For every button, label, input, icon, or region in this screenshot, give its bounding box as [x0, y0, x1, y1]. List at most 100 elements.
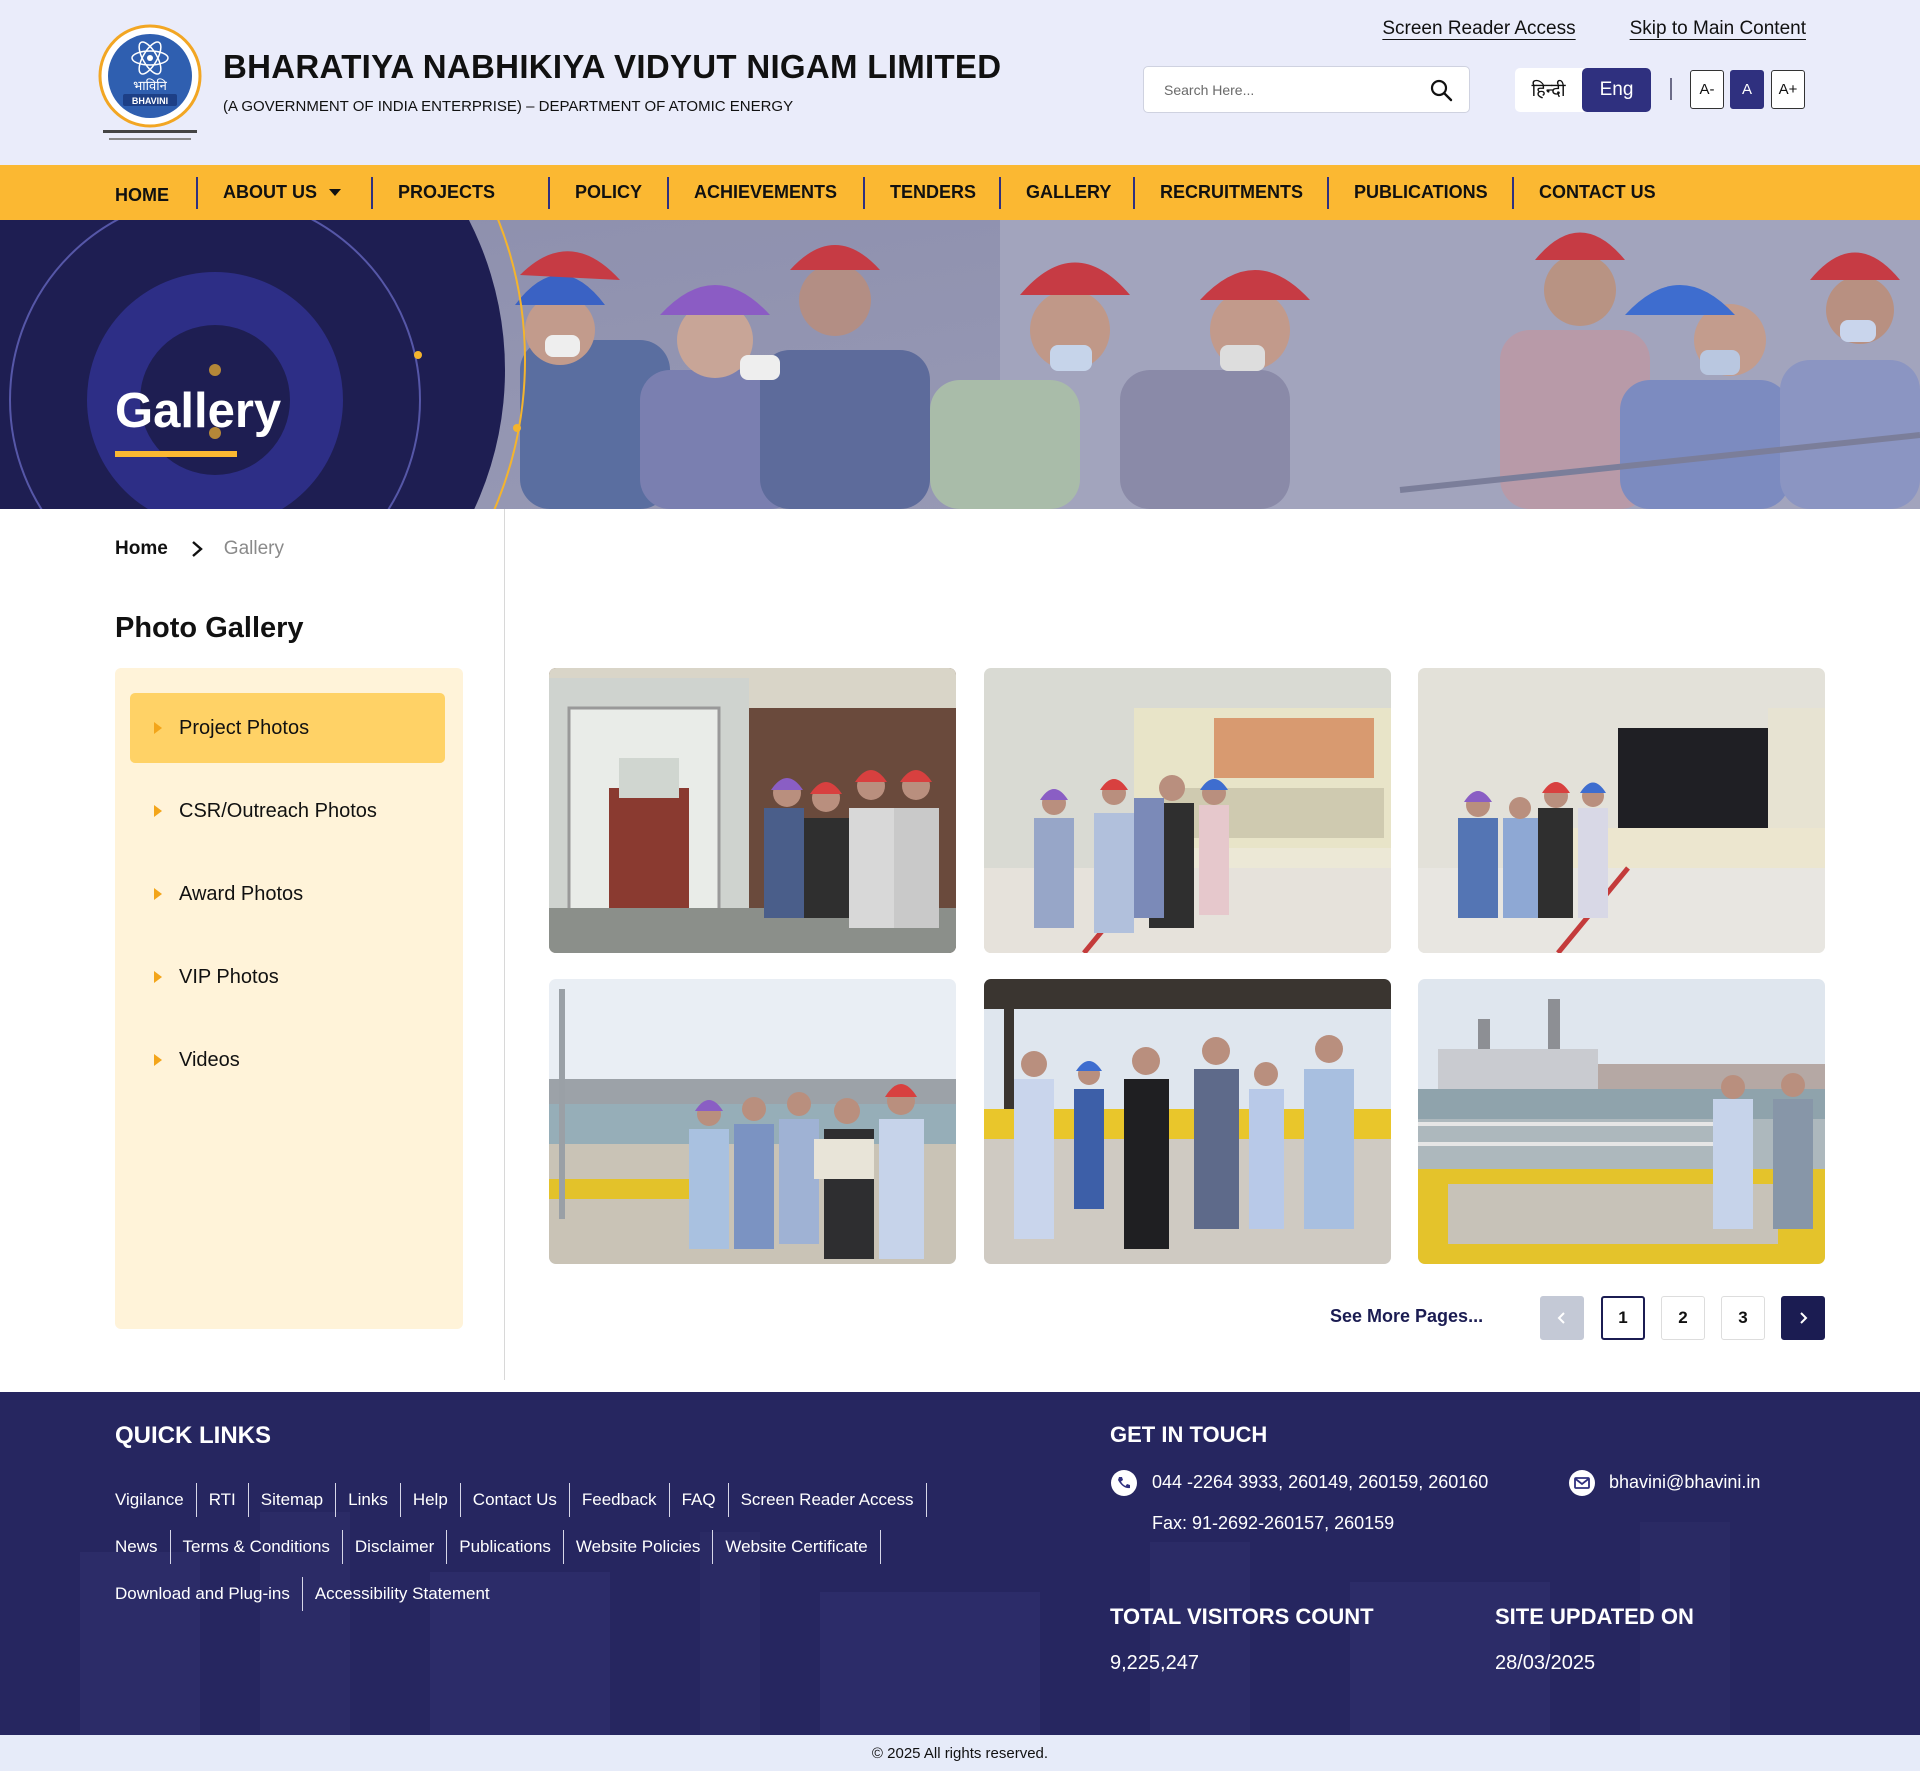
nav-achievements[interactable]: ACHIEVEMENTS: [694, 165, 837, 220]
footer-link-help[interactable]: Help: [401, 1483, 461, 1517]
main-nav: HOME ABOUT US PROJECTS POLICY ACHIEVEMEN…: [0, 165, 1920, 220]
footer-link-terms[interactable]: Terms & Conditions: [171, 1530, 343, 1564]
font-increase-button[interactable]: A+: [1771, 70, 1805, 109]
nav-publications[interactable]: PUBLICATIONS: [1354, 165, 1488, 220]
font-normal-button[interactable]: A: [1730, 70, 1764, 109]
lang-hindi-button[interactable]: हिन्दी: [1515, 68, 1582, 112]
sidebar-divider: [504, 509, 505, 1380]
skip-to-main-link[interactable]: Skip to Main Content: [1630, 18, 1806, 40]
nav-about[interactable]: ABOUT US: [223, 165, 341, 220]
nav-separator: [863, 177, 865, 209]
nav-policy[interactable]: POLICY: [575, 165, 642, 220]
sidebar-item-award-photos[interactable]: Award Photos: [130, 859, 445, 929]
footer-link-website-policies[interactable]: Website Policies: [564, 1530, 714, 1564]
nav-gallery[interactable]: GALLERY: [1026, 165, 1111, 220]
pagination-next-button[interactable]: [1781, 1296, 1825, 1340]
chevron-right-icon: [192, 541, 203, 557]
get-in-touch-title: GET IN TOUCH: [1110, 1422, 1268, 1447]
sidebar-item-label: Videos: [179, 1048, 240, 1071]
gallery-image: [984, 979, 1391, 1264]
footer-link-rti[interactable]: RTI: [197, 1483, 249, 1517]
lang-english-button[interactable]: Eng: [1582, 68, 1651, 112]
search-box: [1143, 66, 1470, 113]
nav-projects[interactable]: PROJECTS: [398, 165, 495, 220]
nav-separator: [371, 177, 373, 209]
nav-about-label: ABOUT US: [223, 182, 317, 202]
nav-separator: [1512, 177, 1514, 209]
visitors-count: 9,225,247: [1110, 1652, 1199, 1674]
footer-link-sitemap[interactable]: Sitemap: [249, 1483, 337, 1517]
top-header: भाविनि BHAVINI BHARATIYA NABHIKIYA VIDYU…: [0, 0, 1920, 165]
caret-right-icon: [154, 888, 162, 900]
gallery-photo[interactable]: [549, 979, 956, 1264]
sidebar-item-csr-photos[interactable]: CSR/Outreach Photos: [130, 776, 445, 846]
caret-right-icon: [154, 722, 162, 734]
breadcrumb-home[interactable]: Home: [115, 538, 168, 560]
footer-link-news[interactable]: News: [115, 1530, 171, 1564]
nav-separator: [196, 177, 198, 209]
copyright-text: © 2025 All rights reserved.: [871, 1744, 1049, 1762]
phone-icon: [1111, 1470, 1137, 1496]
nav-recruitments[interactable]: RECRUITMENTS: [1160, 165, 1303, 220]
page-banner: [0, 220, 1920, 509]
sidebar-item-videos[interactable]: Videos: [130, 1025, 445, 1095]
sidebar-item-label: Award Photos: [179, 882, 304, 905]
pagination-page-1[interactable]: 1: [1601, 1296, 1645, 1340]
pagination-prev-button[interactable]: [1540, 1296, 1584, 1340]
font-decrease-button[interactable]: A-: [1690, 70, 1724, 109]
chevron-down-icon: [329, 189, 341, 196]
nav-separator: [1327, 177, 1329, 209]
svg-text:BHAVINI: BHAVINI: [132, 96, 168, 106]
footer-link-vigilance[interactable]: Vigilance: [115, 1483, 197, 1517]
sidebar-item-label: CSR/Outreach Photos: [179, 799, 377, 822]
footer-link-downloads[interactable]: Download and Plug-ins: [115, 1577, 303, 1611]
footer-link-disclaimer[interactable]: Disclaimer: [343, 1530, 448, 1564]
pagination-page-2[interactable]: 2: [1661, 1296, 1705, 1340]
pagination-page-3[interactable]: 3: [1721, 1296, 1765, 1340]
gallery-photo[interactable]: [549, 668, 956, 953]
footer-link-screen-reader[interactable]: Screen Reader Access: [729, 1483, 927, 1517]
bhavini-logo[interactable]: भाविनि BHAVINI: [95, 18, 205, 148]
site-footer: QUICK LINKS Vigilance RTI Sitemap Links …: [0, 1392, 1920, 1735]
language-toggle: हिन्दी Eng: [1515, 68, 1651, 112]
footer-link-contact-us[interactable]: Contact Us: [461, 1483, 570, 1517]
quick-links-title: QUICK LINKS: [115, 1422, 271, 1449]
gallery-photo[interactable]: [984, 979, 1391, 1264]
footer-link-feedback[interactable]: Feedback: [570, 1483, 670, 1517]
nav-contact[interactable]: CONTACT US: [1539, 165, 1656, 220]
gallery-image: [1418, 668, 1825, 953]
gallery-image: [549, 979, 956, 1264]
org-subtitle: (A GOVERNMENT OF INDIA ENTERPRISE) – DEP…: [223, 98, 794, 115]
page-title: Gallery: [115, 384, 282, 438]
footer-link-faq[interactable]: FAQ: [670, 1483, 729, 1517]
see-more-pages-link[interactable]: See More Pages...: [1330, 1306, 1483, 1327]
sidebar-menu: Project Photos CSR/Outreach Photos Award…: [115, 668, 463, 1329]
gallery-image: [549, 668, 956, 953]
sidebar-item-label: VIP Photos: [179, 965, 279, 988]
footer-link-publications[interactable]: Publications: [447, 1530, 564, 1564]
gallery-image: [1418, 979, 1825, 1264]
nav-separator: [667, 177, 669, 209]
search-input[interactable]: [1164, 77, 1414, 103]
gallery-photo[interactable]: [1418, 668, 1825, 953]
sidebar-item-vip-photos[interactable]: VIP Photos: [130, 942, 445, 1012]
chevron-right-icon: [1800, 1312, 1808, 1324]
gallery-image: [984, 668, 1391, 953]
nav-home[interactable]: HOME: [115, 168, 169, 223]
contact-email[interactable]: bhavini@bhavini.in: [1609, 1472, 1760, 1493]
gallery-photo[interactable]: [984, 668, 1391, 953]
contact-fax: Fax: 91-2692-260157, 260159: [1152, 1513, 1395, 1533]
divider: [1670, 78, 1672, 100]
quick-links-row: Download and Plug-ins Accessibility Stat…: [115, 1577, 502, 1611]
footer-link-links[interactable]: Links: [336, 1483, 401, 1517]
sidebar-item-label: Project Photos: [179, 716, 310, 739]
nav-tenders[interactable]: TENDERS: [890, 165, 976, 220]
gallery-photo[interactable]: [1418, 979, 1825, 1264]
sidebar-item-project-photos[interactable]: Project Photos: [130, 693, 445, 763]
footer-link-website-certificate[interactable]: Website Certificate: [713, 1530, 881, 1564]
quick-links-row: Vigilance RTI Sitemap Links Help Contact…: [115, 1483, 927, 1517]
screen-reader-access-link[interactable]: Screen Reader Access: [1382, 18, 1575, 40]
footer-link-accessibility[interactable]: Accessibility Statement: [303, 1577, 502, 1611]
search-icon[interactable]: [1429, 78, 1453, 102]
banner-photo: [0, 220, 1920, 509]
